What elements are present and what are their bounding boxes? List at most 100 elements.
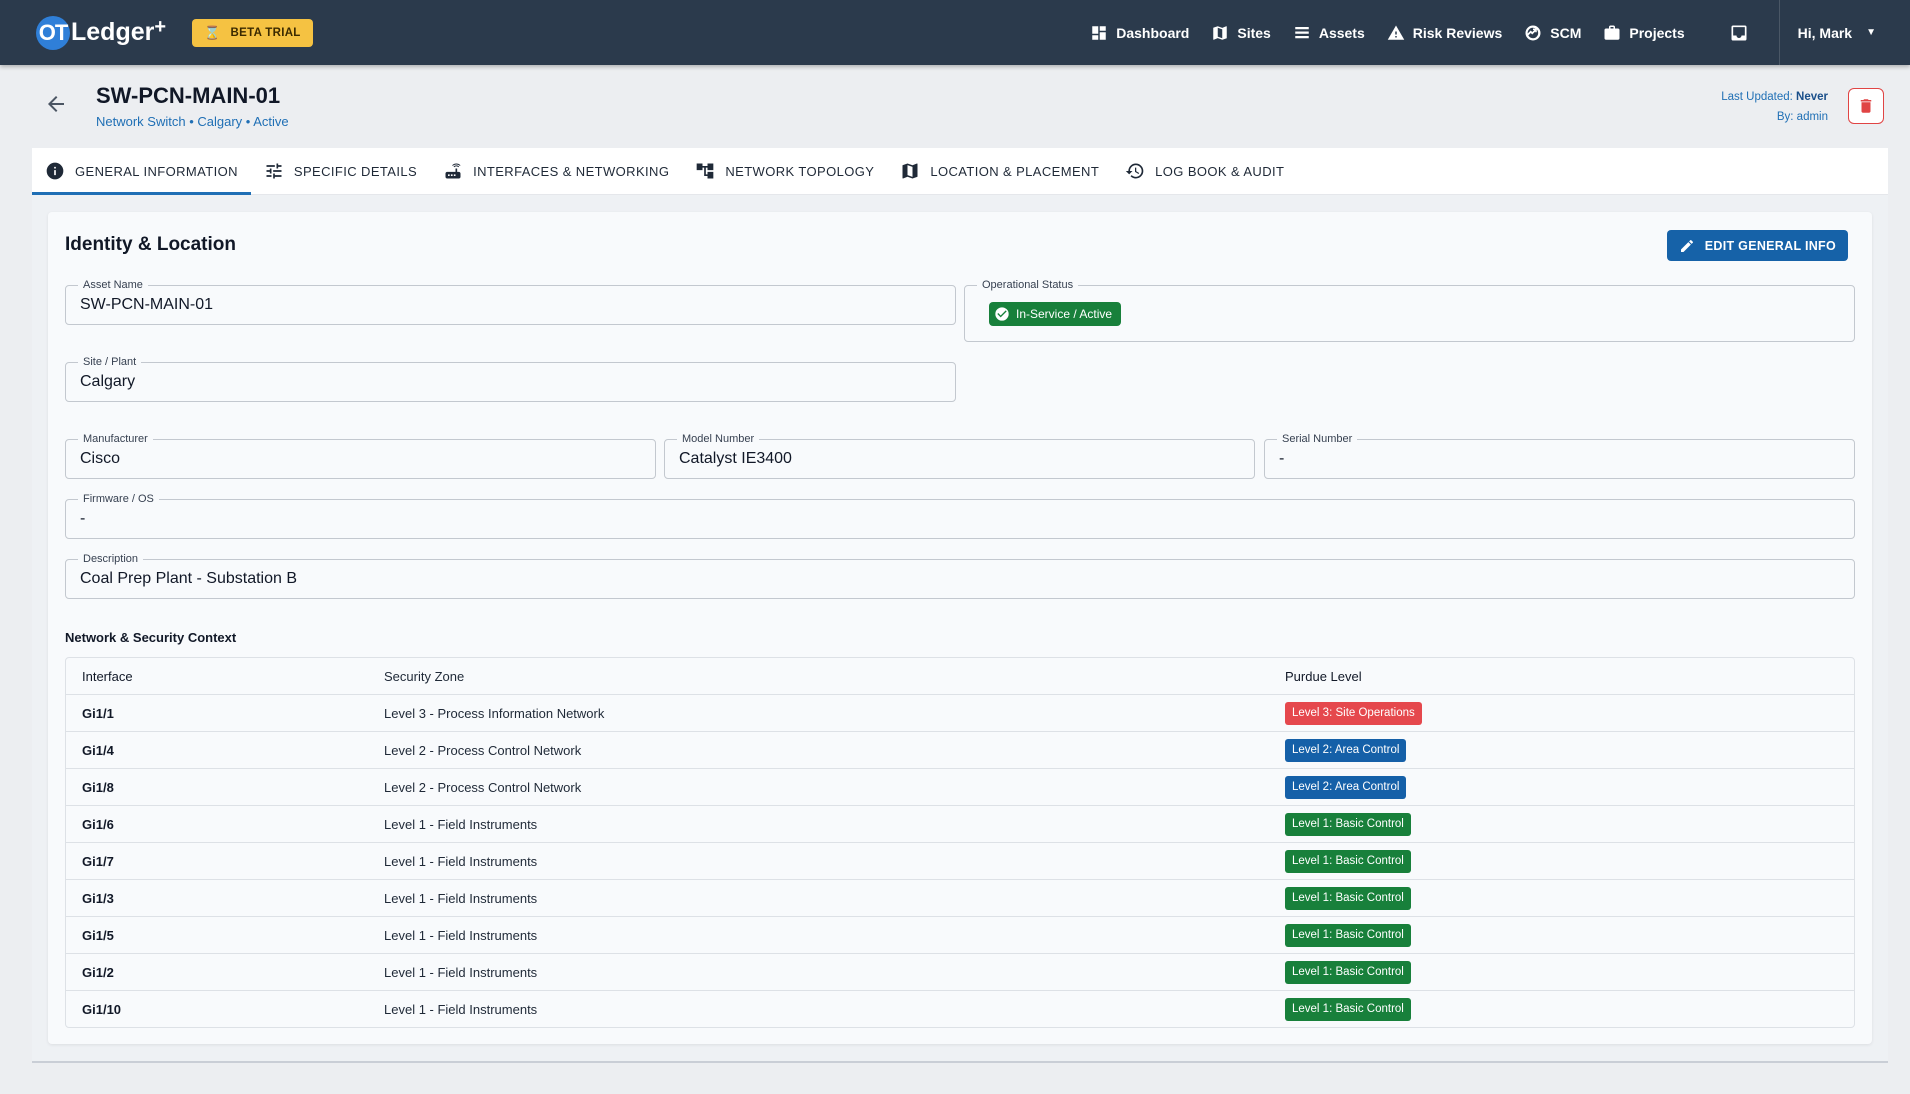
cell-interface: Gi1/2: [82, 964, 114, 980]
table-row[interactable]: Gi1/3 Level 1 - Field Instruments Level 1:…: [66, 879, 1854, 916]
last-updated-value: Never: [1796, 91, 1828, 103]
back-button[interactable]: [44, 92, 68, 116]
purdue-level-badge: Level 1: Basic Control: [1285, 997, 1411, 1021]
nav-risk-reviews-label: Risk Reviews: [1412, 24, 1503, 41]
nav-assets-label: Assets: [1318, 24, 1365, 41]
table-row[interactable]: Gi1/5 Level 1 - Field Instruments Level 1:…: [66, 916, 1854, 953]
purdue-level-badge: Level 1: Basic Control: [1285, 886, 1411, 910]
tab-label: INTERFACES & NETWORKING: [473, 163, 670, 179]
tab-label: GENERAL INFORMATION: [75, 163, 238, 179]
cell-interface: Gi1/10: [82, 1001, 122, 1017]
tab-label: NETWORK TOPOLOGY: [725, 163, 875, 179]
page-subtitle: Network Switch • Calgary • Active: [96, 114, 289, 129]
tab-location-placement[interactable]: LOCATION & PLACEMENT: [887, 148, 1112, 194]
user-menu[interactable]: Hi, Mark ▼: [1798, 25, 1876, 41]
field-label: Serial Number: [1277, 433, 1358, 445]
field-label: Model Number: [677, 433, 760, 445]
cell-purdue-level: Level 1: Basic Control: [1285, 960, 1854, 984]
tab-interfaces-networking[interactable]: INTERFACES & NETWORKING: [430, 148, 682, 194]
nav-projects[interactable]: Projects: [1603, 24, 1685, 42]
status-label: In-Service / Active: [1016, 307, 1113, 321]
map-icon: [1213, 25, 1228, 40]
cell-security-zone: Level 1 - Field Instruments: [384, 853, 538, 869]
field-value: -: [1279, 450, 1285, 467]
cell-purdue-level: Level 1: Basic Control: [1285, 997, 1854, 1021]
arrow-left-icon: [48, 96, 64, 112]
inbox-button[interactable]: [1729, 23, 1749, 43]
user-greeting: Hi, Mark: [1797, 24, 1853, 41]
cell-purdue-level: Level 1: Basic Control: [1285, 849, 1854, 873]
tab-log-book-audit[interactable]: LOG BOOK & AUDIT: [1112, 148, 1297, 194]
field-value: Calgary: [80, 373, 136, 390]
cell-security-zone: Level 3 - Process Information Network: [384, 705, 605, 721]
topology-icon: [697, 163, 714, 179]
field-value: SW-PCN-MAIN-01: [80, 296, 214, 313]
chevron-down-icon: ▼: [1866, 27, 1876, 38]
nav-scm-label: SCM: [1550, 24, 1582, 41]
updated-by-value: admin: [1796, 111, 1828, 123]
page-header: SW-PCN-MAIN-01 Network Switch • Calgary …: [0, 65, 1910, 147]
delete-button[interactable]: [1848, 88, 1884, 124]
description-field[interactable]: Description Coal Prep Plant - Substation…: [65, 553, 1855, 599]
firmware-os-field[interactable]: Firmware / OS -: [65, 493, 1855, 539]
top-navbar: OT Ledger + ⌛ BETA TRIAL Dashboard Sites…: [0, 0, 1910, 65]
tab-network-topology[interactable]: NETWORK TOPOLOGY: [682, 148, 887, 194]
nav-scm[interactable]: SCM: [1524, 24, 1581, 42]
field-value: Cisco: [80, 450, 121, 467]
nav-sites[interactable]: Sites: [1211, 24, 1271, 42]
tab-specific-details[interactable]: SPECIFIC DETAILS: [251, 148, 430, 194]
purdue-level-badge: Level 1: Basic Control: [1285, 849, 1411, 873]
site-plant-field[interactable]: Site / Plant Calgary: [65, 356, 956, 402]
purdue-level-badge: Level 3: Site Operations: [1285, 701, 1422, 725]
cell-purdue-level: Level 1: Basic Control: [1285, 923, 1854, 947]
identity-card: Identity & Location EDIT GENERAL INFO As…: [48, 212, 1872, 1044]
asset-name-field[interactable]: Asset Name SW-PCN-MAIN-01: [65, 279, 956, 325]
pencil-icon: [1680, 239, 1693, 252]
cell-security-zone: Level 1 - Field Instruments: [384, 816, 538, 832]
logo-mark: OT: [36, 15, 70, 50]
header-purdue-level: Purdue Level: [1285, 668, 1362, 684]
operational-status-field[interactable]: Operational Status In-Service / Active: [964, 279, 1855, 342]
beta-trial-badge[interactable]: ⌛ BETA TRIAL: [192, 18, 313, 47]
field-label: Site / Plant: [78, 356, 142, 368]
app-logo[interactable]: OT Ledger +: [36, 15, 167, 50]
cell-interface: Gi1/6: [82, 816, 114, 832]
table-row[interactable]: Gi1/6 Level 1 - Field Instruments Level 1:…: [66, 805, 1854, 842]
hourglass-icon: ⌛: [204, 24, 221, 40]
serial-number-field[interactable]: Serial Number -: [1264, 433, 1855, 479]
logo-plus: +: [154, 16, 167, 38]
network-section-title: Network & Security Context: [65, 630, 237, 645]
field-label: Manufacturer: [78, 433, 153, 445]
model-number-field[interactable]: Model Number Catalyst IE3400: [664, 433, 1255, 479]
list-icon: [1295, 26, 1309, 38]
table-row[interactable]: Gi1/1 Level 3 - Process Information Netwo…: [66, 694, 1854, 731]
field-label: Asset Name: [78, 279, 148, 291]
cell-interface: Gi1/8: [82, 779, 114, 795]
cell-interface: Gi1/7: [82, 853, 114, 869]
nav-risk-reviews[interactable]: Risk Reviews: [1387, 24, 1503, 42]
nav-assets[interactable]: Assets: [1293, 24, 1365, 42]
field-value: -: [80, 510, 86, 527]
nav-dashboard-label: Dashboard: [1116, 24, 1190, 41]
last-updated-info: Last Updated: Never By: admin: [1721, 87, 1828, 127]
nav-dashboard[interactable]: Dashboard: [1090, 24, 1189, 42]
table-row[interactable]: Gi1/4 Level 2 - Process Control Network Le…: [66, 731, 1854, 768]
status-badge: In-Service / Active: [989, 302, 1122, 326]
scm-icon: [1525, 25, 1541, 40]
warning-icon: [1387, 25, 1404, 40]
edit-general-info-button[interactable]: EDIT GENERAL INFO: [1666, 230, 1848, 261]
table-row[interactable]: Gi1/8 Level 2 - Process Control Network Le…: [66, 768, 1854, 805]
table-row[interactable]: Gi1/7 Level 1 - Field Instruments Level 1:…: [66, 842, 1854, 879]
tab-general-information[interactable]: GENERAL INFORMATION: [32, 148, 251, 195]
field-label: Description: [78, 553, 144, 565]
table-row[interactable]: Gi1/2 Level 1 - Field Instruments Level 1:…: [66, 953, 1854, 990]
nav-divider: [1778, 0, 1780, 65]
tab-bar: GENERAL INFORMATION SPECIFIC DETAILS INT…: [32, 148, 1888, 195]
field-label: Firmware / OS: [78, 493, 159, 505]
manufacturer-field[interactable]: Manufacturer Cisco: [65, 433, 656, 479]
table-row[interactable]: Gi1/10 Level 1 - Field Instruments Level 1…: [66, 990, 1854, 1027]
cell-security-zone: Level 1 - Field Instruments: [384, 964, 538, 980]
header-interface: Interface: [82, 668, 133, 684]
cell-purdue-level: Level 3: Site Operations: [1285, 701, 1854, 725]
section-title: Identity & Location: [65, 234, 236, 255]
